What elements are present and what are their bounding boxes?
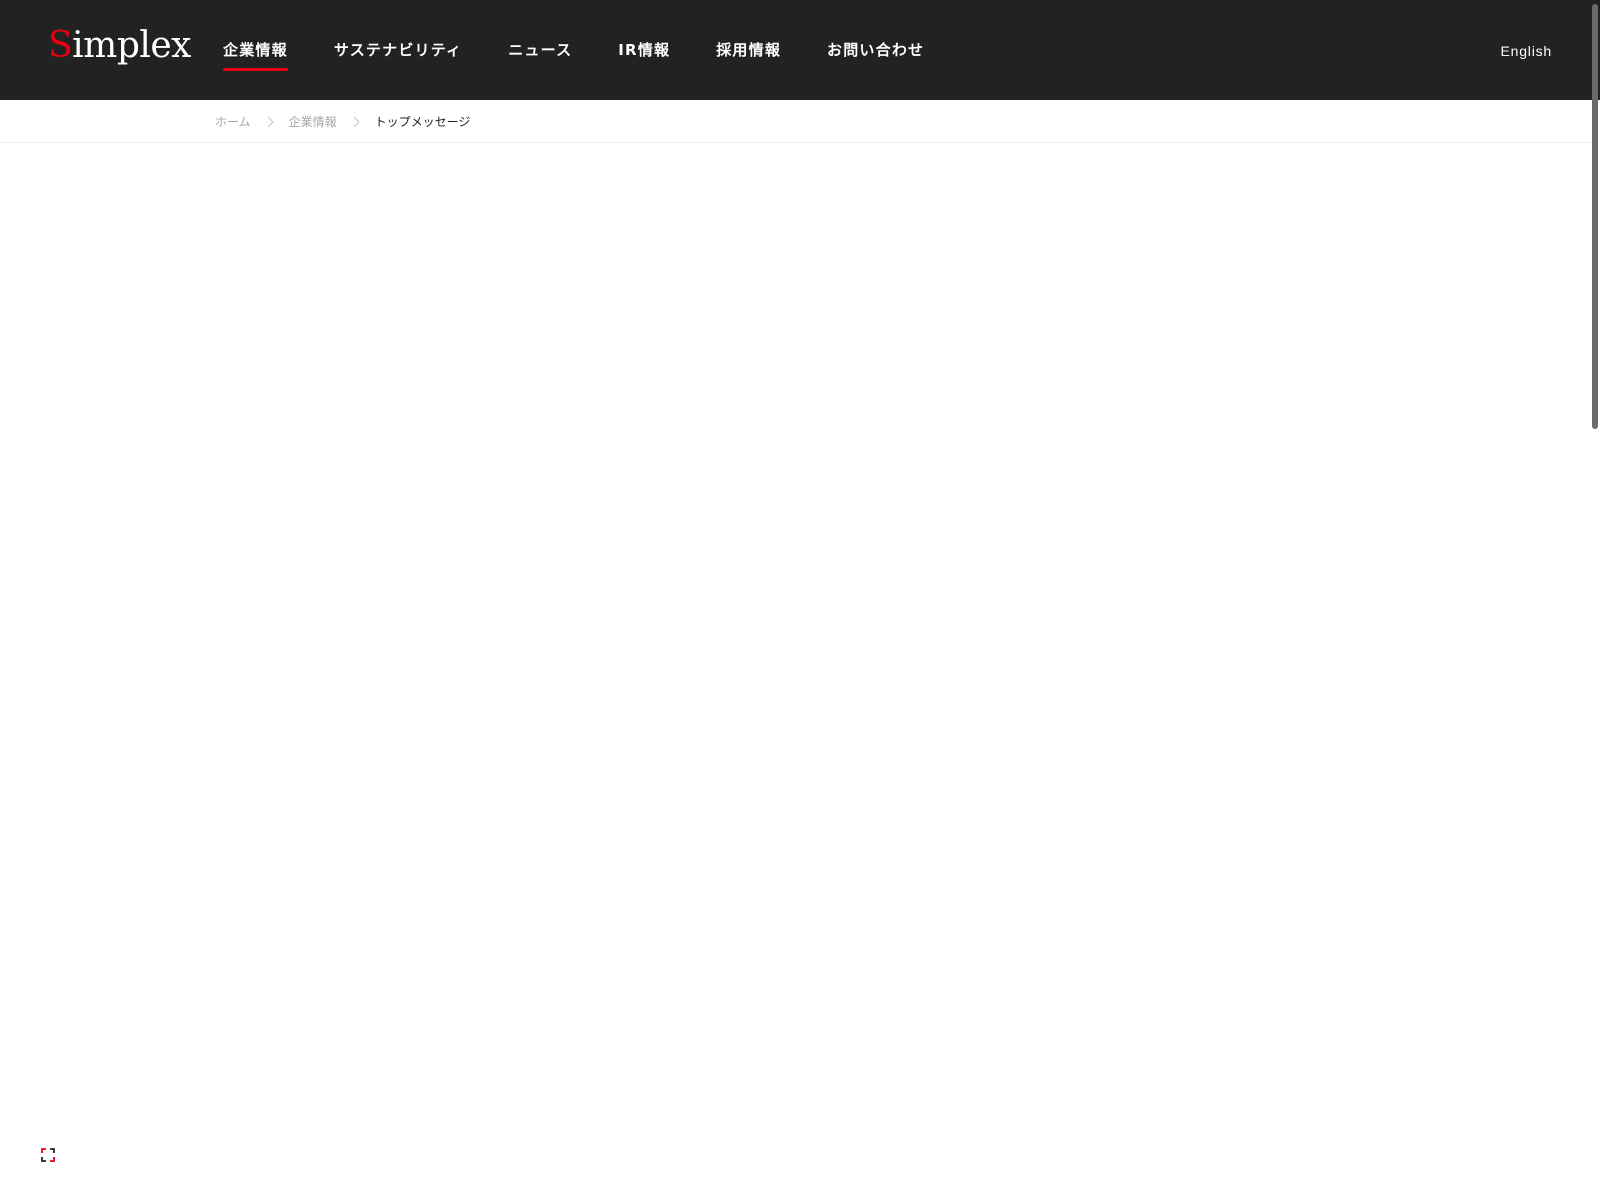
nav-item-company[interactable]: 企業情報 [223, 0, 288, 100]
nav-item-sustainability[interactable]: サステナビリティ [334, 0, 462, 100]
chevron-right-icon [263, 115, 277, 129]
language-switch-link[interactable]: English [1500, 0, 1552, 100]
simplex-logo[interactable]: Simplex [48, 22, 191, 70]
scrollbar-thumb[interactable] [1592, 4, 1598, 429]
breadcrumb-home[interactable]: ホーム [215, 113, 251, 130]
nav-item-recruit[interactable]: 採用情報 [716, 0, 781, 100]
loading-spinner-icon [38, 1145, 58, 1165]
page: Simplex 企業情報 サステナビリティ ニュース IR情報 採用情報 お問い… [0, 0, 1600, 1200]
breadcrumb: ホーム 企業情報 トップメッセージ [215, 100, 470, 143]
breadcrumb-company[interactable]: 企業情報 [289, 113, 337, 130]
scrollbar[interactable] [1590, 0, 1600, 1200]
breadcrumb-current: トップメッセージ [374, 115, 471, 129]
logo-first-letter: S [48, 25, 73, 66]
nav-item-contact[interactable]: お問い合わせ [827, 0, 924, 100]
chevron-right-icon [349, 115, 363, 129]
main-nav: 企業情報 サステナビリティ ニュース IR情報 採用情報 お問い合わせ [223, 0, 970, 100]
nav-item-ir[interactable]: IR情報 [618, 0, 670, 100]
breadcrumb-bar: ホーム 企業情報 トップメッセージ [0, 100, 1600, 143]
nav-item-news[interactable]: ニュース [508, 0, 572, 100]
site-header: Simplex 企業情報 サステナビリティ ニュース IR情報 採用情報 お問い… [0, 0, 1600, 100]
logo-rest: implex [72, 25, 191, 66]
